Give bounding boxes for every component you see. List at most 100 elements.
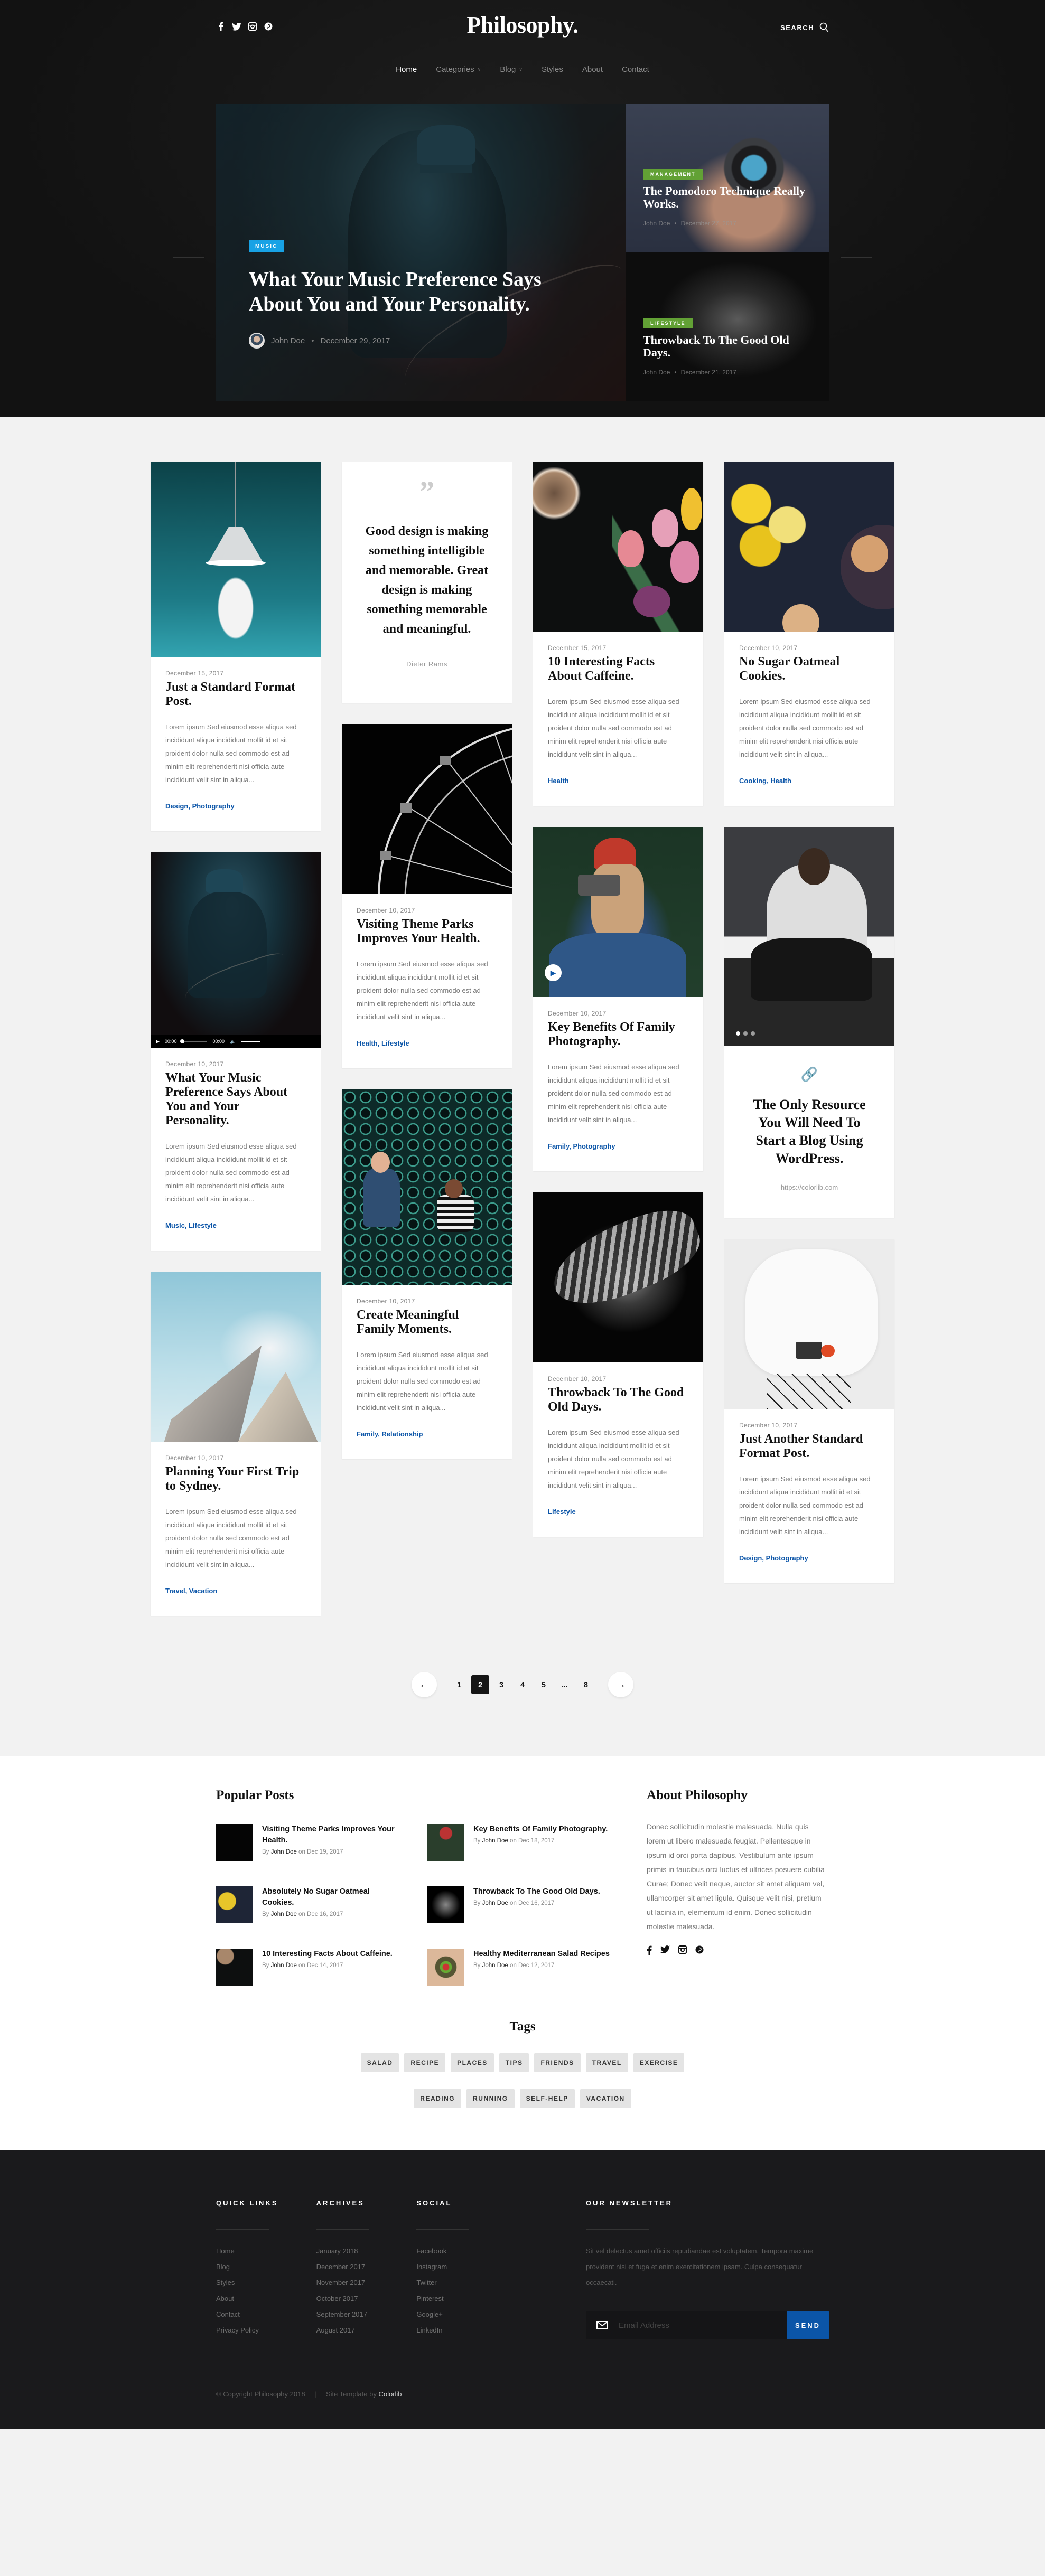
post-card[interactable]: December 15, 2017 10 Interesting Facts A…: [533, 462, 703, 806]
post-thumbnail-guitarist[interactable]: ▶ 00:00 00:00 🔈: [151, 852, 321, 1048]
volume-slider[interactable]: [241, 1040, 260, 1042]
author-name[interactable]: John Doe: [271, 336, 305, 345]
nav-item-styles[interactable]: Styles: [532, 65, 573, 74]
popular-post-thumbnail[interactable]: [216, 1824, 253, 1861]
email-input[interactable]: [619, 2320, 746, 2330]
author-name[interactable]: John Doe: [271, 1849, 297, 1855]
popular-post-item[interactable]: Healthy Mediterranean Salad Recipes By Jo…: [427, 1949, 628, 1986]
post-categories[interactable]: Travel, Vacation: [165, 1587, 306, 1595]
popular-post-title[interactable]: Throwback To The Good Old Days.: [473, 1886, 611, 1897]
next-page-button[interactable]: →: [608, 1672, 633, 1697]
archive-link[interactable]: August 2017: [316, 2323, 417, 2338]
social-link[interactable]: Google+: [416, 2307, 517, 2323]
page-8[interactable]: 8: [577, 1675, 595, 1694]
footer-link[interactable]: Home: [216, 2243, 316, 2259]
author-name[interactable]: John Doe: [643, 220, 670, 227]
post-title[interactable]: 10 Interesting Facts About Caffeine.: [548, 655, 688, 683]
slider-dot[interactable]: [751, 1031, 755, 1036]
audio-progress-slider[interactable]: [180, 1039, 208, 1043]
popular-post-title[interactable]: Healthy Mediterranean Salad Recipes: [473, 1949, 611, 1960]
post-thumbnail-jumping-people[interactable]: [342, 1089, 512, 1285]
archive-link[interactable]: September 2017: [316, 2307, 417, 2323]
nav-item-home[interactable]: Home: [386, 65, 426, 74]
instagram-icon[interactable]: [678, 1945, 687, 1958]
popular-post-thumbnail[interactable]: [427, 1824, 464, 1861]
tag-running[interactable]: RUNNING: [466, 2089, 515, 2108]
post-categories[interactable]: Health, Lifestyle: [357, 1039, 497, 1047]
post-title[interactable]: What Your Music Preference Says About Yo…: [165, 1071, 306, 1128]
twitter-icon[interactable]: [660, 1945, 670, 1958]
archive-link[interactable]: October 2017: [316, 2291, 417, 2307]
post-title[interactable]: Planning Your First Trip to Sydney.: [165, 1465, 306, 1493]
featured-title[interactable]: What Your Music Preference Says About Yo…: [249, 267, 545, 317]
footer-link[interactable]: Contact: [216, 2307, 316, 2323]
popular-post-item[interactable]: Throwback To The Good Old Days. By John D…: [427, 1886, 628, 1923]
send-button[interactable]: SEND: [787, 2311, 829, 2339]
author-name[interactable]: John Doe: [482, 1962, 508, 1969]
post-card-audio[interactable]: ▶ 00:00 00:00 🔈 December 10, 2017 What Y…: [151, 852, 321, 1251]
tag-travel[interactable]: TRAVEL: [585, 2053, 628, 2072]
popular-post-title[interactable]: Absolutely No Sugar Oatmeal Cookies.: [262, 1886, 399, 1909]
footer-link[interactable]: Styles: [216, 2275, 316, 2291]
popular-post-item[interactable]: Visiting Theme Parks Improves Your Healt…: [216, 1824, 417, 1861]
footer-link[interactable]: About: [216, 2291, 316, 2307]
post-categories[interactable]: Cooking, Health: [739, 777, 880, 785]
featured-side-post[interactable]: Management The Pomodoro Technique Really…: [626, 104, 829, 252]
post-title[interactable]: Create Meaningful Family Moments.: [357, 1308, 497, 1337]
pinterest-icon[interactable]: [695, 1945, 704, 1958]
author-name[interactable]: John Doe: [271, 1911, 297, 1917]
volume-icon[interactable]: 🔈: [230, 1039, 236, 1045]
facebook-icon[interactable]: [647, 1945, 652, 1958]
tag-vacation[interactable]: VACATION: [580, 2089, 631, 2108]
post-title[interactable]: No Sugar Oatmeal Cookies.: [739, 655, 880, 683]
category-badge[interactable]: Management: [643, 169, 703, 180]
social-link[interactable]: LinkedIn: [416, 2323, 517, 2338]
archive-link[interactable]: December 2017: [316, 2259, 417, 2275]
social-link[interactable]: Pinterest: [416, 2291, 517, 2307]
prev-page-button[interactable]: ←: [412, 1672, 437, 1697]
slider-dot[interactable]: [743, 1031, 748, 1036]
footer-link[interactable]: Blog: [216, 2259, 316, 2275]
social-link[interactable]: Instagram: [416, 2259, 517, 2275]
popular-post-item[interactable]: Absolutely No Sugar Oatmeal Cookies. By J…: [216, 1886, 417, 1923]
post-title[interactable]: Just a Standard Format Post.: [165, 680, 306, 709]
post-thumbnail-sydney[interactable]: [151, 1272, 321, 1442]
tag-reading[interactable]: READING: [414, 2089, 462, 2108]
page-4[interactable]: 4: [514, 1675, 531, 1694]
post-title[interactable]: Key Benefits Of Family Photography.: [548, 1020, 688, 1049]
popular-post-title[interactable]: 10 Interesting Facts About Caffeine.: [262, 1949, 399, 1960]
archive-link[interactable]: November 2017: [316, 2275, 417, 2291]
post-title[interactable]: Visiting Theme Parks Improves Your Healt…: [357, 917, 497, 946]
tag-places[interactable]: PLACES: [451, 2053, 494, 2072]
post-card-link[interactable]: 🔗 The Only Resource You Will Need To Sta…: [724, 827, 894, 1218]
author-name[interactable]: John Doe: [271, 1962, 297, 1969]
post-categories[interactable]: Design, Photography: [739, 1554, 880, 1562]
tag-self-help[interactable]: SELF-HELP: [519, 2089, 575, 2108]
nav-item-about[interactable]: About: [573, 65, 612, 74]
tag-exercise[interactable]: EXERCISE: [633, 2053, 685, 2072]
footer-link[interactable]: Privacy Policy: [216, 2323, 316, 2338]
post-card[interactable]: December 10, 2017 Planning Your First Tr…: [151, 1272, 321, 1616]
play-icon[interactable]: ▶: [156, 1039, 160, 1045]
social-link[interactable]: Twitter: [416, 2275, 517, 2291]
post-card[interactable]: December 15, 2017 Just a Standard Format…: [151, 462, 321, 831]
popular-post-thumbnail[interactable]: [427, 1886, 464, 1923]
nav-item-contact[interactable]: Contact: [612, 65, 659, 74]
featured-side-title[interactable]: Throwback To The Good Old Days.: [643, 334, 812, 359]
post-title[interactable]: Just Another Standard Format Post.: [739, 1432, 880, 1461]
post-thumbnail-gallery-man[interactable]: [724, 827, 894, 1046]
popular-post-item[interactable]: Key Benefits Of Family Photography. By Jo…: [427, 1824, 628, 1861]
nav-item-blog[interactable]: Blog ∨: [490, 65, 532, 74]
category-badge[interactable]: Lifestyle: [643, 318, 693, 328]
tag-friends[interactable]: FRIENDS: [534, 2053, 581, 2072]
author-name[interactable]: John Doe: [482, 1900, 508, 1906]
popular-post-thumbnail[interactable]: [427, 1949, 464, 1986]
tag-tips[interactable]: TIPS: [499, 2053, 529, 2072]
quote-card[interactable]: ” Good design is making something intell…: [342, 462, 512, 703]
search-button[interactable]: SEARCH: [780, 22, 829, 33]
post-card[interactable]: December 10, 2017 Create Meaningful Fami…: [342, 1089, 512, 1459]
post-categories[interactable]: Family, Relationship: [357, 1430, 497, 1438]
page-2[interactable]: 2: [471, 1675, 489, 1694]
post-title[interactable]: Throwback To The Good Old Days.: [548, 1386, 688, 1414]
post-thumbnail-ferris-wheel[interactable]: [342, 724, 512, 894]
